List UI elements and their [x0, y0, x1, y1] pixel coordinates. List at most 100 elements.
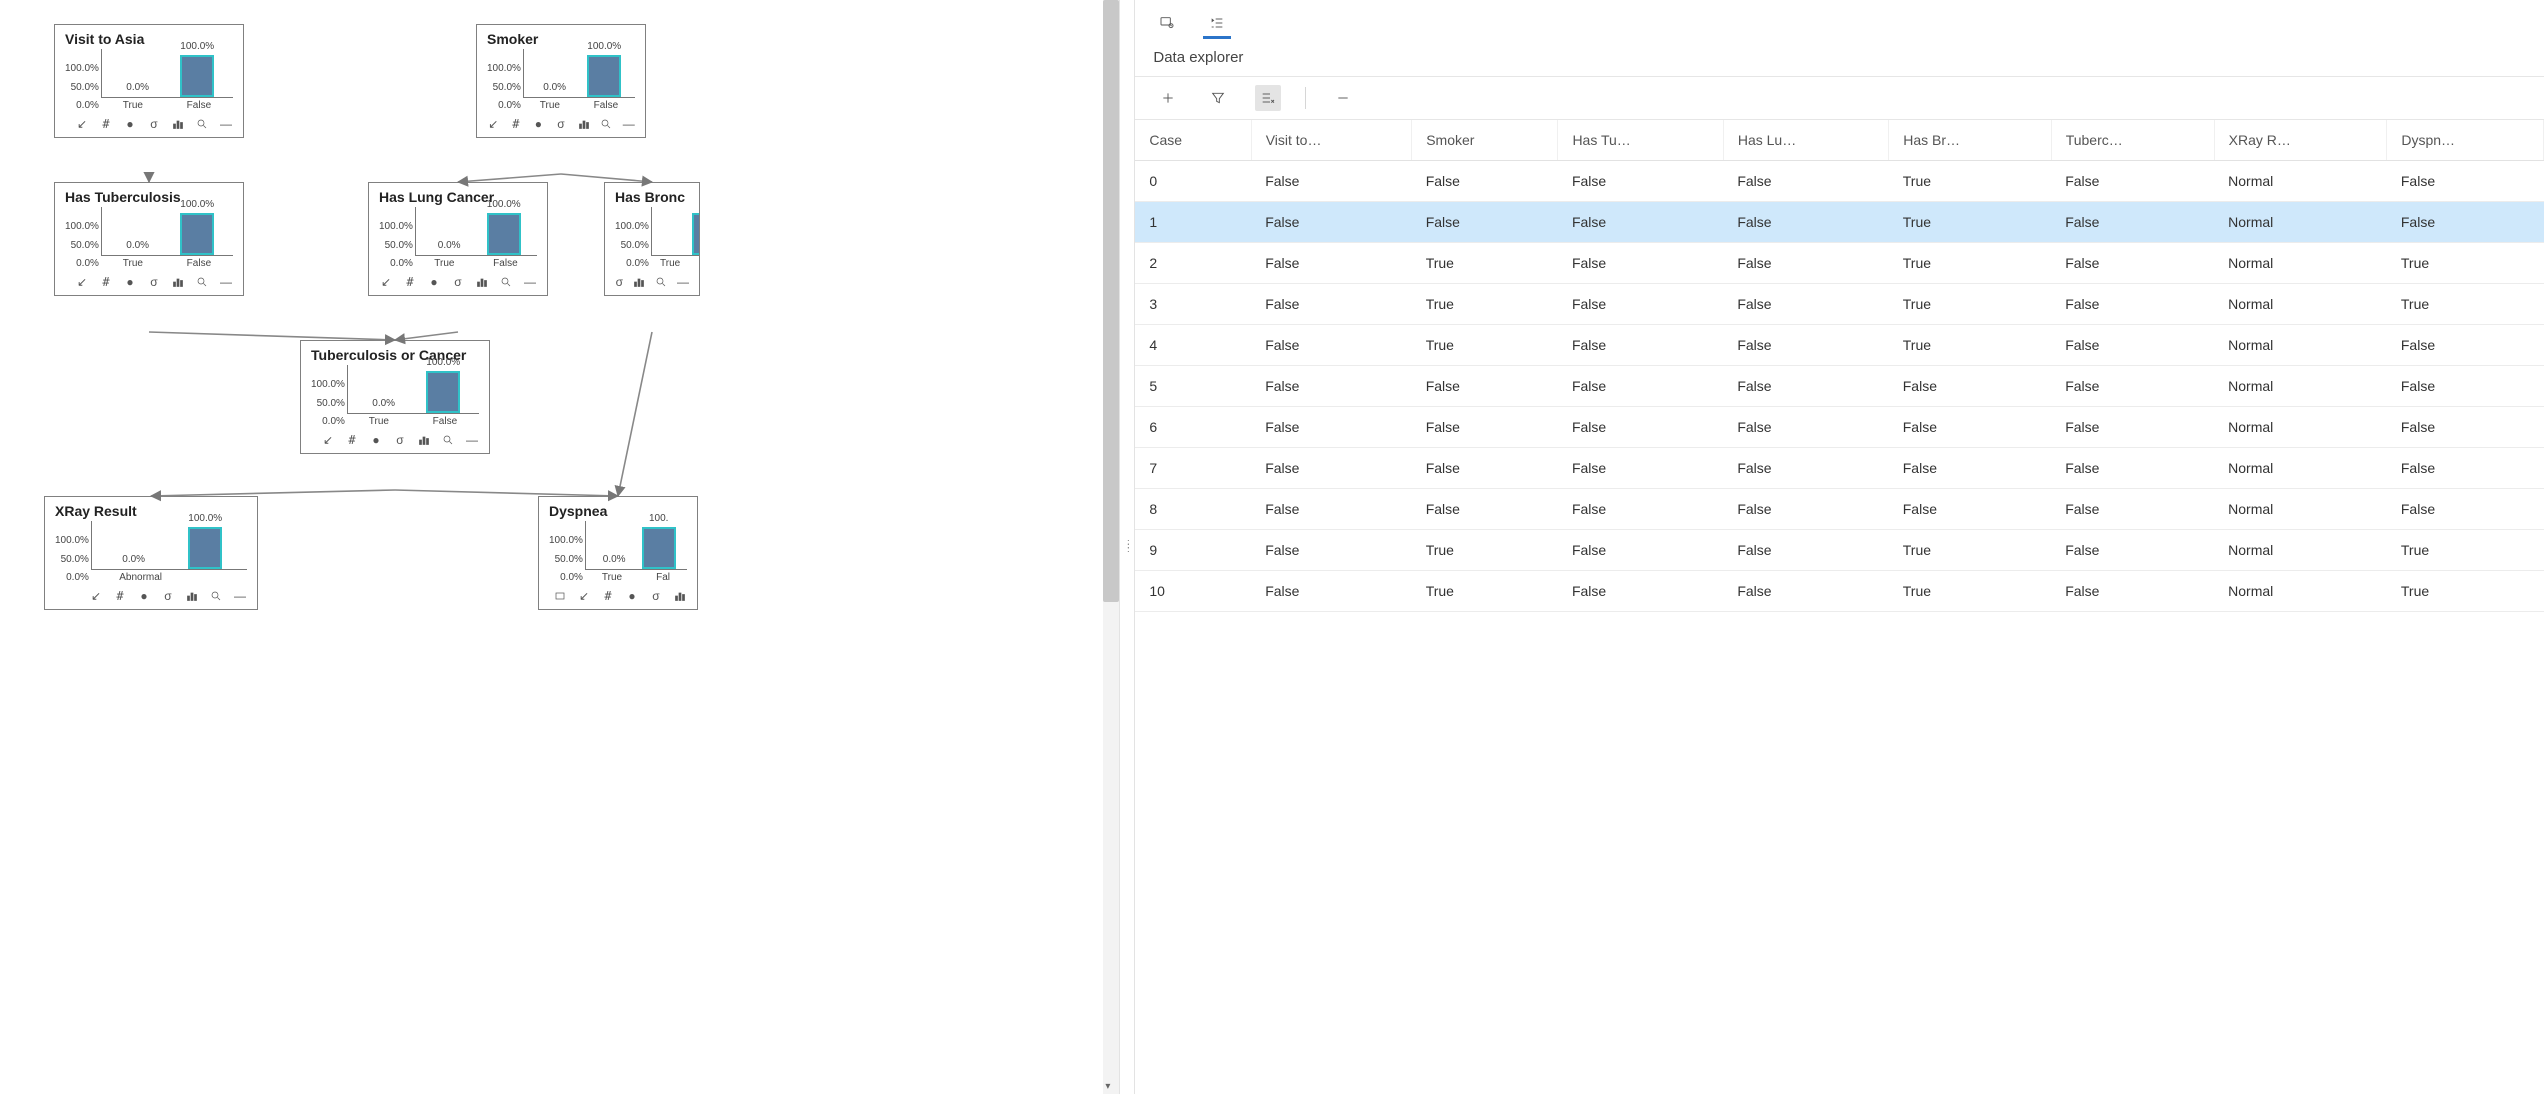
cell-case[interactable]: 4 — [1135, 325, 1251, 366]
table-row[interactable]: 2FalseTrueFalseFalseTrueFalseNormalTrue — [1135, 243, 2543, 284]
node-has_bronc[interactable]: Has Bronc 100.0%50.0%0.0% 100 TrueFalse … — [604, 182, 700, 296]
cell-has_tu[interactable]: False — [1558, 202, 1723, 243]
cell-has_br[interactable]: True — [1889, 202, 2051, 243]
node-tool-sigma-icon[interactable]: σ — [147, 275, 161, 289]
data-grid[interactable]: CaseVisit to…SmokerHas Tu…Has Lu…Has Br…… — [1135, 120, 2544, 1094]
cell-case[interactable]: 8 — [1135, 489, 1251, 530]
cell-has_tu[interactable]: False — [1558, 243, 1723, 284]
cell-has_br[interactable]: True — [1889, 161, 2051, 202]
cell-xray[interactable]: Normal — [2214, 448, 2387, 489]
cell-has_tu[interactable]: False — [1558, 530, 1723, 571]
node-tool-bars-icon[interactable] — [475, 275, 489, 289]
cell-smoker[interactable]: True — [1412, 243, 1558, 284]
node-tool-bars-icon[interactable] — [417, 433, 431, 447]
cell-case[interactable]: 0 — [1135, 161, 1251, 202]
cell-tuberc[interactable]: False — [2051, 243, 2214, 284]
node-tool-dot-icon[interactable]: ● — [123, 275, 137, 289]
node-tool-dot-icon[interactable]: ● — [532, 117, 545, 131]
table-row[interactable]: 4FalseTrueFalseFalseTrueFalseNormalFalse — [1135, 325, 2543, 366]
node-tool-arrow-icon[interactable]: ↙ — [89, 589, 103, 603]
cell-tuberc[interactable]: False — [2051, 325, 2214, 366]
cell-has_lu[interactable]: False — [1723, 202, 1888, 243]
node-tool-minus-icon[interactable]: — — [219, 275, 233, 289]
cell-case[interactable]: 5 — [1135, 366, 1251, 407]
cell-dyspn[interactable]: False — [2387, 448, 2544, 489]
node-tool-arrow-icon[interactable]: ↙ — [321, 433, 335, 447]
cell-visit[interactable]: False — [1251, 530, 1412, 571]
node-visit_asia[interactable]: Visit to Asia 100.0%50.0%0.0% 0.0% 100.0… — [54, 24, 244, 138]
node-tool-zoom-icon[interactable] — [600, 117, 613, 131]
cell-has_lu[interactable]: False — [1723, 530, 1888, 571]
cell-case[interactable]: 2 — [1135, 243, 1251, 284]
node-tool-dot-icon[interactable]: ● — [625, 589, 639, 603]
cell-xray[interactable]: Normal — [2214, 284, 2387, 325]
cell-visit[interactable]: False — [1251, 571, 1412, 612]
node-tool-arrow-icon[interactable]: ↙ — [75, 117, 89, 131]
node-tool-grid-icon[interactable]: # — [510, 117, 523, 131]
cell-has_lu[interactable]: False — [1723, 448, 1888, 489]
column-header-tuberc[interactable]: Tuberc… — [2051, 120, 2214, 161]
column-header-has_lu[interactable]: Has Lu… — [1723, 120, 1888, 161]
cell-has_lu[interactable]: False — [1723, 243, 1888, 284]
cell-xray[interactable]: Normal — [2214, 489, 2387, 530]
cell-has_tu[interactable]: False — [1558, 325, 1723, 366]
cell-has_tu[interactable]: False — [1558, 407, 1723, 448]
cell-smoker[interactable]: True — [1412, 530, 1558, 571]
cell-dyspn[interactable]: True — [2387, 243, 2544, 284]
cell-has_tu[interactable]: False — [1558, 571, 1723, 612]
filter-button[interactable] — [1205, 85, 1231, 111]
node-tool-zoom-icon[interactable] — [441, 433, 455, 447]
cell-xray[interactable]: Normal — [2214, 530, 2387, 571]
cell-tuberc[interactable]: False — [2051, 366, 2214, 407]
node-tool-sigma-icon[interactable]: σ — [161, 589, 175, 603]
cell-smoker[interactable]: True — [1412, 284, 1558, 325]
cell-has_br[interactable]: True — [1889, 325, 2051, 366]
node-tool-grid-icon[interactable]: # — [601, 589, 615, 603]
node-tool-grid-icon[interactable]: # — [99, 117, 113, 131]
column-header-dyspn[interactable]: Dyspn… — [2387, 120, 2544, 161]
cell-smoker[interactable]: False — [1412, 448, 1558, 489]
node-tool-arrow-icon[interactable]: ↙ — [577, 589, 591, 603]
table-row[interactable]: 5FalseFalseFalseFalseFalseFalseNormalFal… — [1135, 366, 2543, 407]
node-has_lung[interactable]: Has Lung Cancer 100.0%50.0%0.0% 0.0% 100… — [368, 182, 548, 296]
cell-tuberc[interactable]: False — [2051, 530, 2214, 571]
node-tool-bars-icon[interactable] — [577, 117, 590, 131]
column-header-has_br[interactable]: Has Br… — [1889, 120, 2051, 161]
table-row[interactable]: 8FalseFalseFalseFalseFalseFalseNormalFal… — [1135, 489, 2543, 530]
node-has_tb[interactable]: Has Tuberculosis 100.0%50.0%0.0% 0.0% 10… — [54, 182, 244, 296]
cell-xray[interactable]: Normal — [2214, 325, 2387, 366]
cell-has_tu[interactable]: False — [1558, 161, 1723, 202]
cell-has_tu[interactable]: False — [1558, 448, 1723, 489]
cell-xray[interactable]: Normal — [2214, 366, 2387, 407]
cell-visit[interactable]: False — [1251, 407, 1412, 448]
node-tool-grid-icon[interactable]: # — [345, 433, 359, 447]
node-tool-sigma-icon[interactable]: σ — [555, 117, 568, 131]
cell-dyspn[interactable]: True — [2387, 284, 2544, 325]
cell-smoker[interactable]: True — [1412, 571, 1558, 612]
cell-case[interactable]: 3 — [1135, 284, 1251, 325]
node-tool-bars-icon[interactable] — [171, 117, 185, 131]
node-tool-minus-icon[interactable]: — — [677, 275, 689, 289]
cell-has_br[interactable]: True — [1889, 243, 2051, 284]
cell-has_tu[interactable]: False — [1558, 489, 1723, 530]
column-header-has_tu[interactable]: Has Tu… — [1558, 120, 1723, 161]
cell-tuberc[interactable]: False — [2051, 407, 2214, 448]
canvas-scrollbar[interactable]: ▴ ▾ — [1103, 0, 1119, 1094]
node-tool-minus-icon[interactable]: — — [523, 275, 537, 289]
cell-smoker[interactable]: True — [1412, 325, 1558, 366]
cell-has_br[interactable]: False — [1889, 407, 2051, 448]
node-tool-bars-icon[interactable] — [171, 275, 185, 289]
node-tool-zoom-icon[interactable] — [655, 275, 667, 289]
cell-visit[interactable]: False — [1251, 284, 1412, 325]
node-tool-dot-icon[interactable]: ● — [427, 275, 441, 289]
scroll-down-icon[interactable]: ▾ — [1105, 1081, 1110, 1092]
cell-has_lu[interactable]: False — [1723, 407, 1888, 448]
node-tool-zoom-icon[interactable] — [195, 275, 209, 289]
node-tool-dot-icon[interactable]: ● — [604, 275, 606, 289]
network-canvas[interactable]: Visit to Asia 100.0%50.0%0.0% 0.0% 100.0… — [0, 0, 1119, 1094]
node-tool-bars-icon[interactable] — [185, 589, 199, 603]
cell-dyspn[interactable]: True — [2387, 571, 2544, 612]
node-smoker[interactable]: Smoker 100.0%50.0%0.0% 0.0% 100.0% TrueF… — [476, 24, 646, 138]
node-tool-sigma-icon[interactable]: σ — [393, 433, 407, 447]
scrollbar-thumb[interactable] — [1103, 0, 1119, 602]
